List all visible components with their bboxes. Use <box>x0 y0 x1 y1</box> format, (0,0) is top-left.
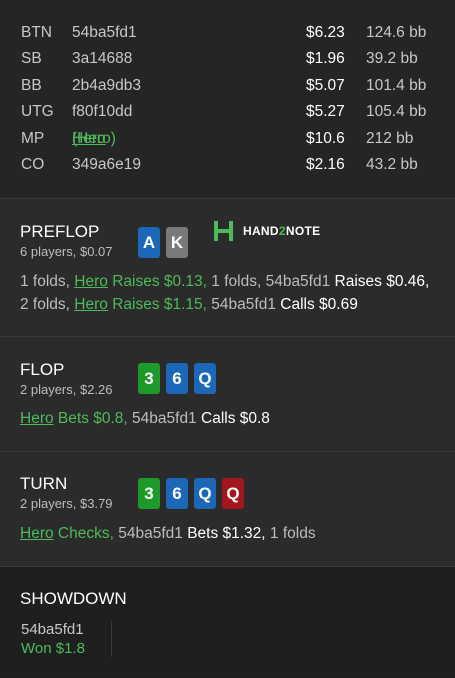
street-actions: Hero Bets $0.8, 54ba5fd1 Calls $0.8 <box>20 410 270 427</box>
player-stack-bb: 43.2 bb <box>366 155 418 173</box>
player-row: BB 2b4a9db3 $5.07 101.4 bb <box>0 75 455 101</box>
turn-section: TURN 2 players, $3.79 3 6 Q Q Hero Check… <box>0 452 455 567</box>
hero-action: Hero Bets $0.8, <box>20 410 133 427</box>
card: Q <box>194 363 216 394</box>
street-title: SHOWDOWN <box>20 589 127 608</box>
card: Q <box>194 478 216 509</box>
card: K <box>166 227 188 258</box>
hero-action: Hero Raises $0.13, <box>74 273 212 290</box>
hole-cards: A K <box>138 227 188 258</box>
hero-action: Hero Checks, <box>20 525 119 542</box>
player-stack-bb: 101.4 bb <box>366 76 427 94</box>
player-stack: $1.96 <box>306 50 345 68</box>
street-actions: Hero Checks, 54ba5fd1 Bets $1.32, 1 fold… <box>20 525 316 542</box>
hand2note-logo: HAND2NOTE <box>212 219 320 243</box>
hand-history-panel: BTN 54ba5fd1 $6.23 124.6 bb SB 3a14688 $… <box>0 0 455 678</box>
player-id: 349a6e19 <box>72 155 141 173</box>
hero-link[interactable]: Hero <box>20 525 54 542</box>
player-id: 2b4a9db3 <box>72 76 141 94</box>
player-position: BTN <box>21 24 52 41</box>
street-subtitle: 6 players, $0.07 <box>20 244 113 259</box>
player-id: 3a14688 <box>72 50 133 68</box>
player-position: UTG <box>21 103 54 121</box>
preflop-section: PREFLOP 6 players, $0.07 A K HAND2NOTE 1… <box>0 199 455 337</box>
player-position: CO <box>21 155 45 173</box>
players-table: BTN 54ba5fd1 $6.23 124.6 bb SB 3a14688 $… <box>0 0 455 199</box>
showdown-section: SHOWDOWN 54ba5fd1 Won $1.8 <box>0 567 455 677</box>
card: 3 <box>138 363 160 394</box>
player-stack-bb: 39.2 bb <box>366 50 418 68</box>
player-stack-bb: 212 bb <box>366 129 414 147</box>
player-id: 54ba5fd1 <box>72 24 137 41</box>
player-stack: $5.27 <box>306 103 345 121</box>
board-cards: 3 6 Q <box>138 363 216 394</box>
street-title: PREFLOP <box>20 222 100 241</box>
player-stack-bb: 105.4 bb <box>366 103 427 121</box>
player-stack: $6.23 <box>306 24 345 41</box>
showdown-result: Won $1.8 <box>21 640 85 657</box>
player-row: BTN 54ba5fd1 $6.23 124.6 bb <box>0 22 455 48</box>
board-cards: 3 6 Q Q <box>138 478 244 509</box>
player-row-hero: MP Hero (Hero) $10.6 212 bb <box>0 128 455 154</box>
player-row: SB 3a14688 $1.96 39.2 bb <box>0 48 455 74</box>
flop-section: FLOP 2 players, $2.26 3 6 Q Hero Bets $0… <box>0 337 455 452</box>
card: 3 <box>138 478 160 509</box>
hero-link[interactable]: Hero <box>74 296 108 313</box>
hero-link[interactable]: Hero <box>20 410 54 427</box>
street-actions: 1 folds, Hero Raises $0.13, 1 folds, 54b… <box>20 273 430 313</box>
player-stack: $2.16 <box>306 155 345 173</box>
street-title: FLOP <box>20 360 65 379</box>
player-id: f80f10dd <box>72 103 133 121</box>
player-stack-bb: 124.6 bb <box>366 24 427 41</box>
card: 6 <box>166 478 188 509</box>
showdown-player: 54ba5fd1 <box>21 621 84 638</box>
hero-action: Hero Raises $1.15, <box>74 296 212 313</box>
player-stack: $10.6 <box>306 129 345 147</box>
card: 6 <box>166 363 188 394</box>
street-subtitle: 2 players, $3.79 <box>20 496 113 511</box>
player-row: CO 349a6e19 $2.16 43.2 bb <box>0 154 455 180</box>
street-subtitle: 2 players, $2.26 <box>20 382 113 397</box>
card: Q <box>222 478 244 509</box>
player-position: MP <box>21 129 45 147</box>
player-row: UTG f80f10dd $5.27 105.4 bb <box>0 101 455 127</box>
card: A <box>138 227 160 258</box>
hero-suffix: (Hero) <box>72 129 116 147</box>
hand2note-logo-icon <box>214 221 233 241</box>
street-title: TURN <box>20 474 68 493</box>
showdown-divider <box>111 621 112 657</box>
player-position: BB <box>21 76 42 94</box>
hero-link[interactable]: Hero <box>74 273 108 290</box>
hand2note-logo-text: HAND2NOTE <box>243 224 321 238</box>
player-stack: $5.07 <box>306 76 345 94</box>
player-position: SB <box>21 50 42 68</box>
